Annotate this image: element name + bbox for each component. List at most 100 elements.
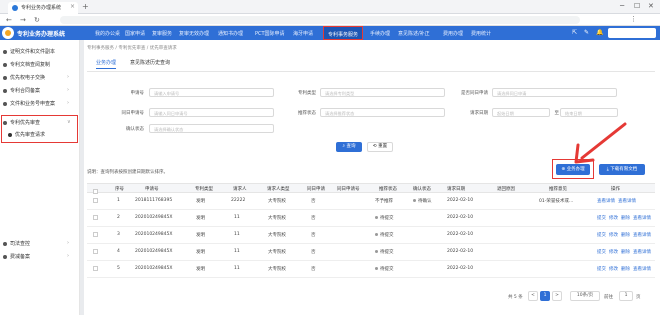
row-checkbox[interactable] bbox=[93, 266, 98, 271]
tab-divider bbox=[87, 71, 655, 72]
row-checkbox[interactable] bbox=[93, 232, 98, 237]
table-row[interactable]: 1 2018111768395 发明 22222 大专院校 否 不予推荐 待确认… bbox=[87, 193, 655, 210]
new-tab-button[interactable]: + bbox=[82, 2, 89, 11]
row-checkbox[interactable] bbox=[93, 249, 98, 254]
same-day-no-input[interactable]: 请输入同日申请号 bbox=[149, 108, 274, 117]
delete-link[interactable]: 删除 bbox=[621, 250, 630, 255]
menu-item-notice[interactable]: 通知书办理 bbox=[218, 30, 243, 37]
chevron-right-icon: › bbox=[67, 240, 69, 246]
close-tab-icon[interactable]: × bbox=[70, 3, 75, 10]
close-window-button[interactable]: ✕ bbox=[648, 2, 654, 10]
tab-business[interactable]: 业务办理 bbox=[96, 59, 117, 69]
table-row[interactable]: 3 202010249845X 发明 11 大专院校 否 待提交 2022-02… bbox=[87, 227, 655, 244]
user-box[interactable] bbox=[608, 28, 656, 38]
menu-item-desk[interactable]: 我的办公桌 bbox=[95, 30, 120, 37]
patent-type-select[interactable]: 请选择专利类型 bbox=[320, 88, 445, 97]
menu-item-hague[interactable]: 海牙申请 bbox=[293, 30, 313, 37]
page-size-select[interactable]: 10条/页 bbox=[570, 291, 600, 301]
app-no-input[interactable]: 请输入申请号 bbox=[149, 88, 274, 97]
table-row[interactable]: 5 202010249845X 发明 11 大专院校 否 待提交 2022-02… bbox=[87, 261, 655, 278]
browser-tab[interactable]: 专利业务办理系统 × bbox=[8, 2, 78, 14]
menu-item-procedure[interactable]: 手续办理 bbox=[370, 30, 390, 37]
cell-actions: 提交 修改 删除 查看详情 bbox=[597, 266, 654, 272]
confirm-status-select[interactable]: 请选择确认状态 bbox=[149, 124, 274, 133]
submit-link[interactable]: 提交 bbox=[597, 216, 606, 221]
sidebar-item-judicial[interactable]: 司法查控 › bbox=[3, 240, 69, 247]
url-field[interactable] bbox=[60, 16, 580, 24]
cell-no: 1 bbox=[117, 198, 120, 203]
sidebar-subitem-priority-request[interactable]: 优先审查请求 bbox=[8, 131, 45, 138]
sidebar-item-document-copy[interactable]: 专利文档查阅复制 bbox=[3, 61, 50, 68]
view-detail-link[interactable]: 查看详情 bbox=[633, 267, 651, 272]
minimize-button[interactable]: ─ bbox=[620, 2, 624, 10]
sidebar-item-fee-reduction[interactable]: 费减备案 › bbox=[3, 253, 69, 260]
submit-link[interactable]: 提交 bbox=[597, 250, 606, 255]
row-checkbox[interactable] bbox=[93, 215, 98, 220]
sidebar-item-priority-exchange[interactable]: 优先权电子交换 › bbox=[3, 74, 69, 81]
menu-item-review[interactable]: 复审服务 bbox=[152, 30, 172, 37]
edit-link[interactable]: 修改 bbox=[609, 233, 618, 238]
search-button[interactable]: ⌕ 查询 bbox=[336, 142, 362, 152]
rec-status-select[interactable]: 请选择推荐状态 bbox=[320, 108, 445, 117]
delete-link[interactable]: 删除 bbox=[621, 267, 630, 272]
forward-icon[interactable]: → bbox=[20, 16, 26, 24]
dot-icon bbox=[3, 75, 7, 80]
chevron-right-icon: › bbox=[67, 100, 69, 106]
cell-requester: 11 bbox=[234, 249, 240, 254]
view-detail-link[interactable]: 查看详情 bbox=[633, 250, 651, 255]
reset-button[interactable]: ⟲ 重置 bbox=[367, 142, 393, 152]
menu-item-invalid[interactable]: 复审无效办理 bbox=[179, 30, 209, 37]
submit-link[interactable]: 提交 bbox=[597, 267, 606, 272]
dot-icon bbox=[3, 101, 7, 106]
col-no: 序号 bbox=[115, 187, 124, 192]
view-detail-link[interactable]: 查看详情 bbox=[618, 199, 636, 204]
prev-page-button[interactable]: < bbox=[528, 291, 538, 301]
goto-page-input[interactable]: 1 bbox=[619, 291, 633, 301]
expand-icon[interactable]: ⇱ bbox=[572, 29, 577, 36]
download-button[interactable]: ⤓ 下载有限文档 bbox=[599, 164, 645, 175]
sidebar-item-certificates[interactable]: 证明文件和文件副本 bbox=[3, 48, 55, 55]
delete-link[interactable]: 删除 bbox=[621, 233, 630, 238]
address-bar: ← → ↻ ⋮ bbox=[0, 14, 660, 26]
maximize-button[interactable]: ☐ bbox=[634, 2, 640, 10]
next-page-button[interactable]: > bbox=[552, 291, 562, 301]
sidebar-item-priority-review[interactable]: 专利优先审查 ∨ bbox=[3, 119, 71, 126]
edit-link[interactable]: 修改 bbox=[609, 216, 618, 221]
menu-item-fee-stats[interactable]: 费用统计 bbox=[471, 30, 491, 37]
menu-item-patent-affairs[interactable]: 专利事务服务 bbox=[323, 26, 364, 40]
edit-icon[interactable]: ✎ bbox=[584, 29, 589, 36]
menu-item-pct[interactable]: PCT国际申请 bbox=[255, 30, 285, 37]
delete-link[interactable]: 删除 bbox=[621, 216, 630, 221]
tab-opinion-history[interactable]: 意见陈述历史查询 bbox=[130, 59, 170, 66]
browser-menu-icon[interactable]: ⋮ bbox=[630, 15, 637, 23]
table-row[interactable]: 4 202010249845X 发明 11 大专院校 否 待提交 2022-02… bbox=[87, 244, 655, 261]
back-icon[interactable]: ← bbox=[6, 16, 12, 24]
edit-link[interactable]: 修改 bbox=[609, 267, 618, 272]
col-opinion: 推荐意见 bbox=[549, 187, 567, 192]
view-detail-link[interactable]: 查看详情 bbox=[597, 199, 615, 204]
refresh-icon[interactable]: ↻ bbox=[34, 16, 40, 24]
cell-same-day: 否 bbox=[311, 250, 316, 255]
cell-confirm-status: 待确认 bbox=[413, 198, 432, 204]
view-detail-link[interactable]: 查看详情 bbox=[633, 233, 651, 238]
cell-type: 发明 bbox=[196, 250, 205, 255]
cell-same-day: 否 bbox=[311, 267, 316, 272]
business-handle-button[interactable]: ⊕ 业务办理 bbox=[556, 164, 590, 175]
bell-icon[interactable]: 🔔 bbox=[596, 29, 603, 36]
sidebar-item-contract[interactable]: 专利合同备案 › bbox=[3, 87, 69, 94]
menu-item-opinion[interactable]: 意见陈述/补正 bbox=[398, 30, 430, 37]
edit-link[interactable]: 修改 bbox=[609, 250, 618, 255]
view-detail-link[interactable]: 查看详情 bbox=[633, 216, 651, 221]
page-button-1[interactable]: 1 bbox=[540, 291, 550, 301]
menu-item-national[interactable]: 国家申请 bbox=[125, 30, 145, 37]
dot-icon bbox=[8, 132, 12, 137]
row-checkbox[interactable] bbox=[93, 198, 98, 203]
menu-item-fee[interactable]: 费用办理 bbox=[443, 30, 463, 37]
sidebar-item-file-business[interactable]: 文件和业务号申查案 › bbox=[3, 100, 69, 107]
table-row[interactable]: 2 202010249845X 发明 11 大专院校 否 待提交 2022-02… bbox=[87, 210, 655, 227]
same-day-select[interactable]: 请选择同日申请 bbox=[492, 88, 617, 97]
start-date-input[interactable]: 起始日期 bbox=[492, 108, 550, 117]
end-date-input[interactable]: 结束日期 bbox=[560, 108, 618, 117]
submit-link[interactable]: 提交 bbox=[597, 233, 606, 238]
cell-requester-type: 大专院校 bbox=[268, 233, 286, 238]
